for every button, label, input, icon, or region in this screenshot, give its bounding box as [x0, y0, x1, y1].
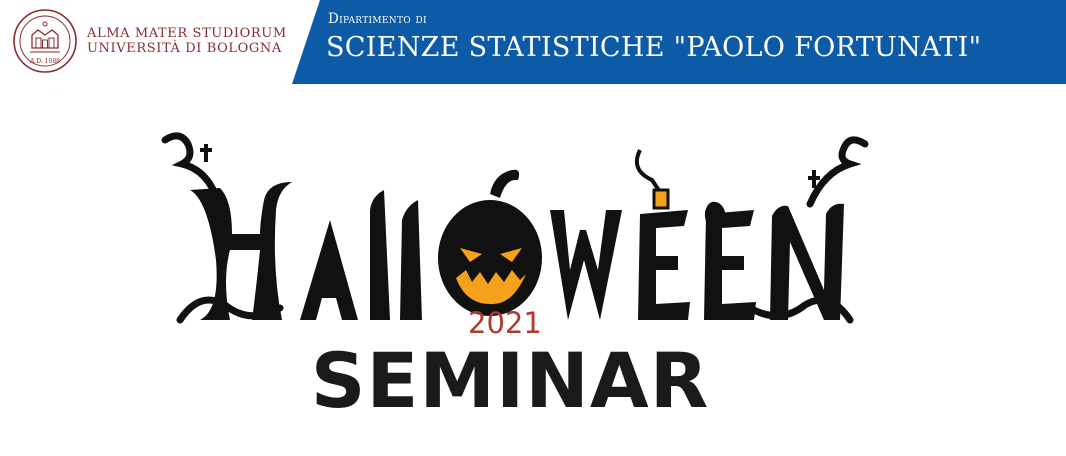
page: A.D. 1088 ALMA MATER STUDIORUM UNIVERSIT…	[0, 0, 1066, 456]
university-logo[interactable]: A.D. 1088 ALMA MATER STUDIORUM UNIVERSIT…	[12, 8, 292, 78]
university-seal-icon: A.D. 1088	[13, 9, 77, 73]
event-year: 2021	[468, 306, 542, 340]
department-label: Dipartimento di	[328, 11, 427, 27]
event-title: SEMINAR	[310, 336, 710, 425]
seal-caption: A.D. 1088	[29, 58, 60, 65]
department-name: SCIENZE STATISTICHE "PAOLO FORTUNATI"	[326, 32, 982, 63]
university-name: ALMA MATER STUDIORUM UNIVERSITÀ DI BOLOG…	[87, 26, 287, 56]
halloween-logo	[161, 132, 869, 324]
department-banner[interactable]: Dipartimento di SCIENZE STATISTICHE "PAO…	[292, 0, 1066, 84]
university-line-1: ALMA MATER STUDIORUM	[87, 26, 287, 41]
university-line-2: UNIVERSITÀ DI BOLOGNA	[87, 41, 282, 56]
